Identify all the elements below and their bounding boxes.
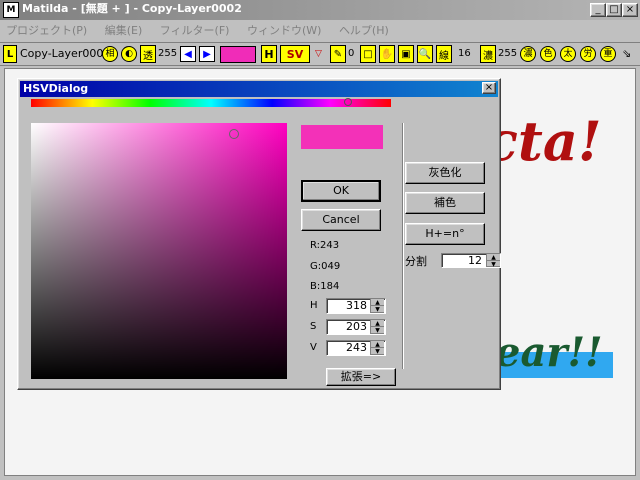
menu-project[interactable]: プロジェクト(P) [6, 24, 87, 37]
s-spinner[interactable]: ▲ ▼ [370, 320, 384, 334]
complement-button-label: 補色 [434, 196, 456, 209]
ok-button-label: OK [333, 184, 349, 197]
sv-marker[interactable] [229, 129, 239, 139]
circle-7-icon[interactable]: 重 [600, 46, 616, 62]
hue-slider[interactable] [31, 99, 391, 107]
window-titlebar: Matilda - [無題 + ] - Copy-Layer0002 [0, 0, 640, 20]
close-button[interactable]: × [622, 3, 638, 17]
menu-bar: プロジェクト(P) 編集(E) フィルター(F) ウィンドウ(W) ヘルプ(H) [6, 22, 403, 40]
cancel-button[interactable]: Cancel [301, 209, 381, 231]
dialog-titlebar: HSVDialog [20, 81, 498, 97]
canvas-text-1: cta! [485, 109, 602, 173]
rect-icon[interactable]: □ [360, 45, 376, 63]
hue-n-button-label: H+=n° [425, 227, 465, 240]
circle-5-icon[interactable]: 太 [560, 46, 576, 62]
cancel-button-label: Cancel [322, 213, 360, 226]
layer-badge-label: L [6, 48, 14, 60]
bucket-icon[interactable]: ▣ [398, 45, 414, 63]
sv-button[interactable]: SV [280, 45, 310, 63]
app-logo-icon: M [3, 2, 19, 18]
sv-picker[interactable] [31, 123, 287, 379]
dialog-title: HSVDialog [23, 82, 89, 95]
toolbar-more-icon[interactable]: ⇘ [622, 47, 631, 60]
layer-badge[interactable]: L [3, 45, 17, 63]
maximize-button[interactable]: □ [606, 3, 622, 17]
menu-help[interactable]: ヘルプ(H) [339, 24, 389, 37]
hsv-dialog: HSVDialog × OK Cancel R:243 G:049 B:184 … [17, 78, 501, 390]
value-16: 16 [458, 48, 471, 59]
menu-edit[interactable]: 編集(E) [105, 24, 143, 37]
v-input-value: 243 [346, 341, 367, 354]
hue-n-button[interactable]: H+=n° [405, 223, 485, 245]
divide-input-value: 12 [468, 254, 482, 267]
h-button-label: H [264, 47, 274, 61]
right-arrow-icon[interactable]: ▶ [199, 46, 215, 62]
grayscale-button-label: 灰色化 [428, 166, 462, 179]
menu-filter[interactable]: フィルター(F) [160, 24, 230, 37]
ok-button[interactable]: OK [301, 180, 381, 202]
expand-button-label: 拡張=> [340, 370, 382, 383]
h-label: H [310, 300, 318, 311]
dialog-close-button[interactable]: × [482, 82, 496, 94]
h-input-value: 318 [346, 299, 367, 312]
h-spinner[interactable]: ▲ ▼ [370, 299, 384, 313]
expand-button[interactable]: 拡張=> [326, 368, 396, 386]
brush-icon[interactable]: ✎ [330, 45, 346, 63]
zoom-icon[interactable]: 🔍 [417, 45, 433, 63]
circle-2-icon[interactable]: ◐ [121, 46, 137, 62]
line-icon[interactable]: 線 [436, 45, 452, 63]
hue-marker[interactable] [344, 98, 352, 106]
circle-1-icon[interactable]: 相 [102, 46, 118, 62]
divide-spinner[interactable]: ▲ ▼ [486, 254, 500, 268]
color-swatch[interactable] [220, 46, 256, 63]
density2-icon[interactable]: 濃 [480, 45, 496, 63]
value-255: 255 [158, 48, 178, 59]
color-preview [301, 125, 383, 149]
minimize-button[interactable]: _ [590, 3, 606, 17]
v-spinner[interactable]: ▲ ▼ [370, 341, 384, 355]
layer-name[interactable]: Copy-Layer0002 [20, 47, 110, 60]
grayscale-button[interactable]: 灰色化 [405, 162, 485, 184]
b-value: B:184 [310, 281, 340, 292]
toolbar: L Copy-Layer0002 相 ◐ 透 255 ◀ ▶ H SV ▽ ✎ … [0, 42, 640, 66]
value-0: 0 [348, 48, 355, 59]
hand-icon[interactable]: ✋ [379, 45, 395, 63]
g-value: G:049 [310, 261, 341, 272]
circle-6-icon[interactable]: 労 [580, 46, 596, 62]
value-255b: 255 [498, 48, 518, 59]
window-title: Matilda - [無題 + ] - Copy-Layer0002 [22, 2, 242, 15]
complement-button[interactable]: 補色 [405, 192, 485, 214]
sv-button-label: SV [286, 47, 304, 61]
dialog-divider [402, 123, 404, 369]
h-button[interactable]: H [261, 45, 277, 63]
left-arrow-icon[interactable]: ◀ [180, 46, 196, 62]
circle-4-icon[interactable]: 色 [540, 46, 556, 62]
circle-3-icon[interactable]: 濃 [520, 46, 536, 62]
s-label: S [310, 321, 317, 332]
canvas-text-2: ear!! [495, 329, 603, 376]
v-label: V [310, 342, 317, 353]
menu-window[interactable]: ウィンドウ(W) [247, 24, 321, 37]
r-value: R:243 [310, 240, 340, 251]
triangle-icon[interactable]: ▽ [315, 49, 322, 59]
divide-label: 分割 [405, 255, 427, 268]
density-icon[interactable]: 透 [140, 45, 156, 63]
s-input-value: 203 [346, 320, 367, 333]
